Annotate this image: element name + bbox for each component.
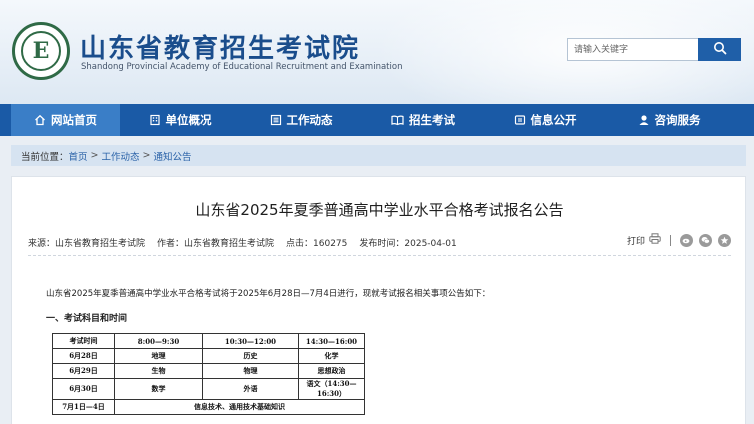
breadcrumb: 当前位置： 首页 > 工作动态 > 通知公告 [11,145,746,166]
search-input[interactable] [567,38,698,61]
logo-letter: E [21,31,61,71]
user-icon [638,114,650,126]
table-header-row: 考试时间 8:00—9:30 10:30—12:00 14:30—16:00 [52,333,365,349]
article-title: 山东省2025年夏季普通高中学业水平合格考试报名公告 [195,201,564,219]
nav-item-label: 招生考试 [409,113,455,127]
breadcrumb-separator: > [142,150,151,161]
search-box [567,38,741,61]
table-cell: 7月1日—4日 [52,399,115,415]
table-cell: 外语 [202,378,299,400]
nav-item-consult[interactable]: 咨询服务 [606,104,732,136]
table-cell: 6月29日 [52,363,115,379]
breadcrumb-notices[interactable]: 通知公告 [153,149,191,163]
nav-item-home[interactable]: 网站首页 [11,104,120,136]
table-cell: 6月30日 [52,378,115,400]
site-logo[interactable]: E [12,22,70,80]
table-cell: 6月28日 [52,348,115,364]
info-icon [514,114,526,126]
nav-item-label: 咨询服务 [654,113,701,127]
article-author: 作者：山东省教育招生考试院 [157,239,275,249]
table-cell: 信息技术、通用技术基础知识 [114,399,365,415]
list-icon [270,114,282,126]
nav-item-label: 信息公开 [530,113,577,127]
nav-item-label: 网站首页 [51,113,97,127]
table-row: 6月30日 数学 外语 语文（14:30—16:30） [52,378,365,400]
table-cell: 地理 [114,348,203,364]
site-title[interactable]: 山东省教育招生考试院 [80,28,360,65]
main-nav: 网站首页 单位概况 工作动态 招生考试 信息公开 咨询服务 [0,104,754,136]
print-button[interactable]: 打印 [627,233,661,247]
table-row: 6月29日 生物 物理 思想政治 [52,363,365,379]
table-cell: 生物 [114,363,203,379]
nav-item-exams[interactable]: 招生考试 [362,104,484,136]
article-tools: 打印 [627,233,731,247]
table-row: 7月1日—4日 信息技术、通用技术基础知识 [52,399,365,415]
table-cell: 数学 [114,378,203,400]
article-panel: 山东省2025年夏季普通高中学业水平合格考试报名公告 来源：山东省教育招生考试院… [11,176,746,424]
table-cell: 14:30—16:00 [298,333,365,349]
breadcrumb-prefix: 当前位置： [21,151,69,163]
exam-schedule-table: 考试时间 8:00—9:30 10:30—12:00 14:30—16:00 6… [52,333,365,415]
nav-item-about[interactable]: 单位概况 [120,104,240,136]
breadcrumb-news[interactable]: 工作动态 [102,149,140,163]
article-hits: 点击：160275 [286,239,348,249]
table-cell: 化学 [298,348,365,364]
table-row: 6月28日 地理 历史 化学 [52,348,365,364]
table-cell: 物理 [202,363,299,379]
article-meta: 来源：山东省教育招生考试院 作者：山东省教育招生考试院 点击：160275 发布… [28,236,457,249]
table-cell: 10:30—12:00 [202,333,299,349]
weibo-icon[interactable] [680,233,693,247]
article-intro: 山东省2025年夏季普通高中学业水平合格考试将于2025年6月28日—7月4日进… [46,289,491,299]
home-icon [34,114,46,126]
site-subtitle: Shandong Provincial Academy of Education… [81,62,403,72]
tools-divider [670,234,671,246]
table-cell: 8:00—9:30 [114,333,203,349]
star-icon[interactable] [718,233,731,247]
site-header: E 山东省教育招生考试院 Shandong Provincial Academy… [0,0,754,104]
search-button[interactable] [698,38,741,61]
nav-item-disclosure[interactable]: 信息公开 [484,104,606,136]
nav-item-label: 单位概况 [165,113,212,127]
nav-item-news[interactable]: 工作动态 [240,104,362,136]
meta-divider [28,255,731,256]
building-icon [149,114,161,126]
table-cell: 历史 [202,348,299,364]
print-label: 打印 [626,236,645,247]
article-date: 发布时间：2025-04-01 [359,239,457,249]
breadcrumb-separator: > [90,150,99,161]
printer-icon [649,233,661,247]
section-heading: 一、考试科目和时间 [46,314,128,324]
article-source: 来源：山东省教育招生考试院 [28,239,146,249]
breadcrumb-home[interactable]: 首页 [69,149,88,163]
wechat-icon[interactable] [699,233,712,247]
table-cell: 思想政治 [298,363,365,379]
table-cell: 语文（14:30—16:30） [298,378,365,400]
nav-item-label: 工作动态 [286,113,333,127]
table-cell: 考试时间 [52,333,115,349]
book-icon [391,114,404,126]
search-icon [713,41,727,58]
